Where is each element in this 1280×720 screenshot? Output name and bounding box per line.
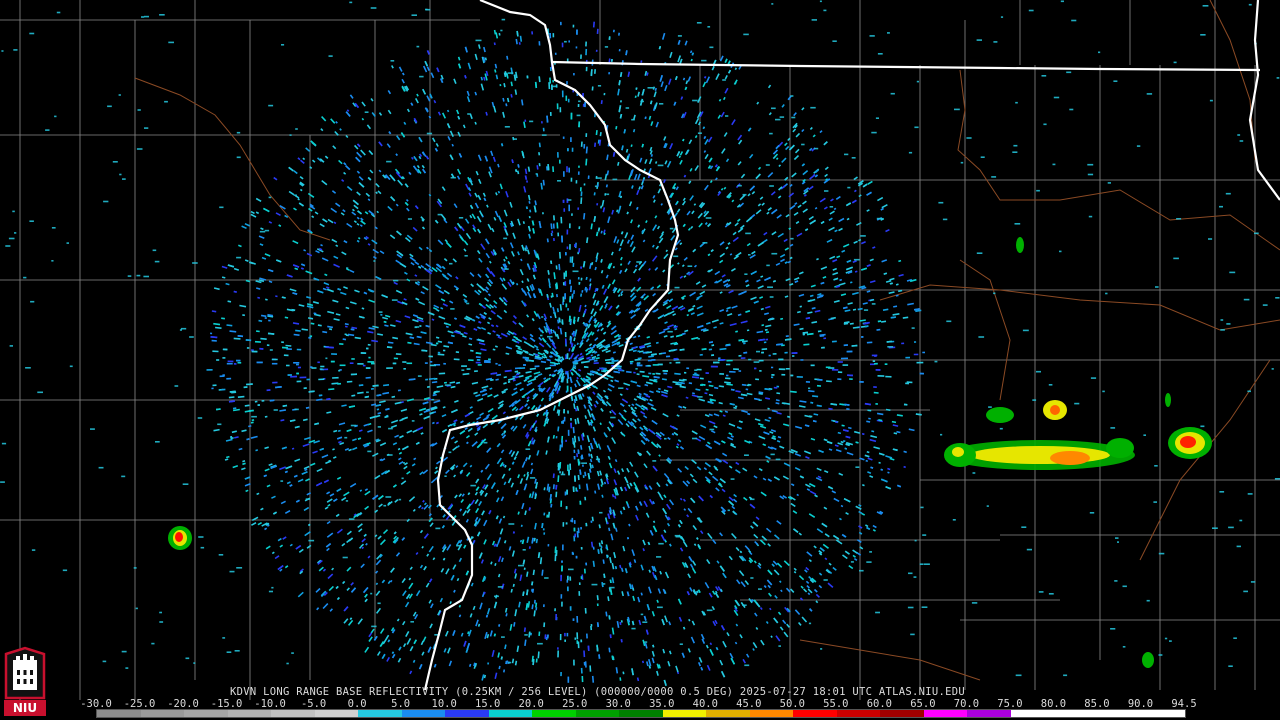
colorbar-segment bbox=[532, 710, 576, 717]
colorbar-segment bbox=[445, 710, 489, 717]
product-caption: KDVN LONG RANGE BASE REFLECTIVITY (0.25K… bbox=[230, 686, 965, 698]
colorbar-segment bbox=[401, 710, 446, 717]
colorbar-segment bbox=[1054, 710, 1098, 717]
radar-map bbox=[0, 0, 1280, 700]
colorbar-segment bbox=[227, 710, 272, 717]
colorbar-segment bbox=[662, 710, 707, 717]
colorbar-segment bbox=[967, 710, 1011, 717]
storm-cells bbox=[168, 237, 1212, 668]
colorbar-segment bbox=[358, 710, 402, 717]
colorbar-segment bbox=[619, 710, 663, 717]
colorbar-segment bbox=[793, 710, 837, 717]
colorbar-segment bbox=[97, 710, 141, 717]
colorbar-segment bbox=[575, 710, 620, 717]
rivers bbox=[134, 0, 1280, 681]
colorbar-segment bbox=[1010, 710, 1055, 717]
colorbar-segment bbox=[923, 710, 968, 717]
colorbar-segment bbox=[140, 710, 185, 717]
colorbar-segment bbox=[314, 710, 359, 717]
colorbar-segment bbox=[1097, 710, 1142, 717]
colorbar-segment bbox=[488, 710, 533, 717]
colorbar-segment bbox=[836, 710, 881, 717]
colorbar-segment bbox=[1141, 710, 1185, 717]
colorbar-segment bbox=[271, 710, 315, 717]
radar-site bbox=[561, 359, 573, 371]
reflectivity-echoes bbox=[0, 0, 1280, 686]
niu-logo: NIU bbox=[4, 646, 46, 716]
logo-text: NIU bbox=[13, 701, 37, 715]
colorbar-segment bbox=[880, 710, 924, 717]
colorbar-segment bbox=[706, 710, 750, 717]
reflectivity-colorbar bbox=[96, 709, 1186, 718]
colorbar-segment bbox=[749, 710, 794, 717]
colorbar-segment bbox=[184, 710, 228, 717]
